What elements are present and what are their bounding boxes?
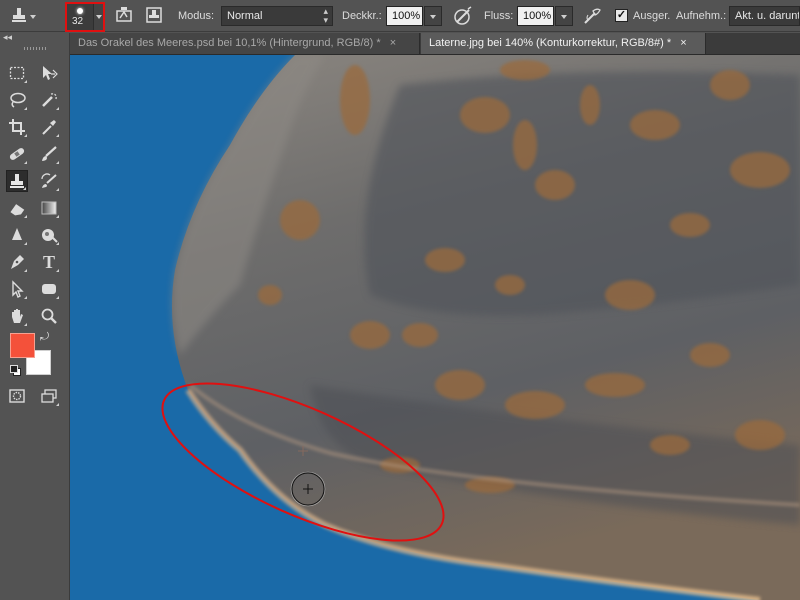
sample-select[interactable]: Akt. u. darunt bbox=[729, 6, 800, 26]
opacity-label: Deckkr.: bbox=[342, 10, 382, 22]
brush-preset-picker[interactable]: 32 bbox=[65, 2, 105, 32]
swap-colors-icon[interactable]: ⤾ bbox=[40, 331, 49, 344]
clone-source-panel-button[interactable] bbox=[145, 6, 165, 26]
options-bar: 32 Modus: Normal ▴ ▾ Deckkr.: 100% Fluss… bbox=[0, 0, 800, 32]
tab-orakel-des-meeres[interactable]: Das Orakel des Meeres.psd bei 10,1% (Hin… bbox=[70, 33, 420, 54]
type-tool[interactable]: T bbox=[38, 251, 60, 273]
type-icon: T bbox=[42, 251, 55, 272]
tool-preset-picker[interactable] bbox=[10, 6, 36, 26]
clone-stamp-tool[interactable] bbox=[6, 170, 28, 192]
mode-label: Modus: bbox=[178, 10, 215, 22]
quick-mask-icon bbox=[9, 389, 25, 403]
default-colors-icon[interactable] bbox=[10, 365, 21, 376]
quick-mask-button[interactable] bbox=[6, 385, 28, 407]
lantern-image bbox=[70, 55, 800, 600]
checkmark-icon: ✓ bbox=[616, 9, 627, 21]
tab-label: Das Orakel des Meeres.psd bei 10,1% (Hin… bbox=[78, 37, 381, 49]
brush-panel-button[interactable] bbox=[115, 6, 135, 26]
clone-stamp-icon bbox=[12, 8, 26, 22]
eyedropper-tool[interactable] bbox=[38, 116, 60, 138]
brush-size-value: 32 bbox=[72, 16, 84, 27]
lasso-tool[interactable] bbox=[6, 89, 28, 111]
tools-panel: ◂◂ T ⤾ bbox=[0, 33, 70, 600]
foreground-color-swatch[interactable] bbox=[10, 333, 35, 358]
zoom-icon bbox=[41, 308, 57, 324]
close-icon[interactable]: × bbox=[680, 37, 686, 49]
mode-value: Normal bbox=[227, 10, 263, 22]
flow-dropdown-button[interactable] bbox=[555, 6, 573, 26]
chevron-down-icon bbox=[96, 15, 102, 19]
brush-panel-icon bbox=[116, 7, 132, 22]
opacity-input[interactable]: 100% bbox=[386, 6, 423, 26]
collapse-panel-icon[interactable]: ◂◂ bbox=[3, 33, 15, 43]
chevron-down-icon bbox=[430, 15, 436, 19]
tab-label: Laterne.jpg bei 140% (Konturkorrektur, R… bbox=[429, 37, 672, 49]
flow-label: Fluss: bbox=[484, 10, 514, 22]
move-tool[interactable] bbox=[38, 62, 60, 84]
pen-tool[interactable] bbox=[6, 251, 28, 273]
spot-healing-brush-tool[interactable] bbox=[6, 143, 28, 165]
document-tabs: Das Orakel des Meeres.psd bei 10,1% (Hin… bbox=[70, 33, 800, 55]
close-icon[interactable]: × bbox=[390, 37, 396, 49]
chevron-down-icon bbox=[30, 15, 36, 19]
flow-input[interactable]: 100% bbox=[517, 6, 554, 26]
gradient-tool[interactable] bbox=[38, 197, 60, 219]
eraser-tool[interactable] bbox=[6, 197, 28, 219]
brush-tool[interactable] bbox=[38, 143, 60, 165]
sample-label: Aufnehm.: bbox=[676, 10, 727, 22]
hand-tool[interactable] bbox=[6, 305, 28, 327]
updown-arrows-icon: ▴ ▾ bbox=[323, 6, 328, 25]
opacity-dropdown-button[interactable] bbox=[424, 6, 442, 26]
history-brush-tool[interactable] bbox=[38, 170, 60, 192]
path-selection-tool[interactable] bbox=[6, 278, 28, 300]
brush-tip-icon bbox=[77, 8, 83, 14]
crop-tool[interactable] bbox=[6, 116, 28, 138]
panel-grip[interactable] bbox=[24, 47, 46, 50]
zoom-tool[interactable] bbox=[38, 305, 60, 327]
rounded-rectangle-tool[interactable] bbox=[38, 278, 60, 300]
aligned-label: Ausger. bbox=[633, 10, 671, 22]
pressure-opacity-icon bbox=[454, 6, 472, 25]
rectangular-marquee-tool[interactable] bbox=[6, 62, 28, 84]
document-canvas[interactable] bbox=[70, 55, 800, 600]
screen-mode-button[interactable] bbox=[38, 385, 60, 407]
quick-selection-tool[interactable] bbox=[38, 89, 60, 111]
blur-tool[interactable] bbox=[6, 224, 28, 246]
move-icon bbox=[43, 66, 58, 80]
clone-source-icon bbox=[146, 7, 162, 23]
chevron-down-icon bbox=[561, 15, 567, 19]
brush-dropdown-button[interactable] bbox=[93, 4, 103, 30]
airbrush-icon bbox=[584, 8, 601, 24]
tab-laterne[interactable]: Laterne.jpg bei 140% (Konturkorrektur, R… bbox=[421, 33, 706, 54]
airbrush-button[interactable] bbox=[582, 6, 602, 26]
dodge-tool[interactable] bbox=[38, 224, 60, 246]
aligned-checkbox[interactable]: ✓ bbox=[615, 9, 628, 22]
mode-select[interactable]: Normal ▴ ▾ bbox=[221, 6, 333, 26]
pressure-opacity-button[interactable] bbox=[453, 6, 473, 26]
